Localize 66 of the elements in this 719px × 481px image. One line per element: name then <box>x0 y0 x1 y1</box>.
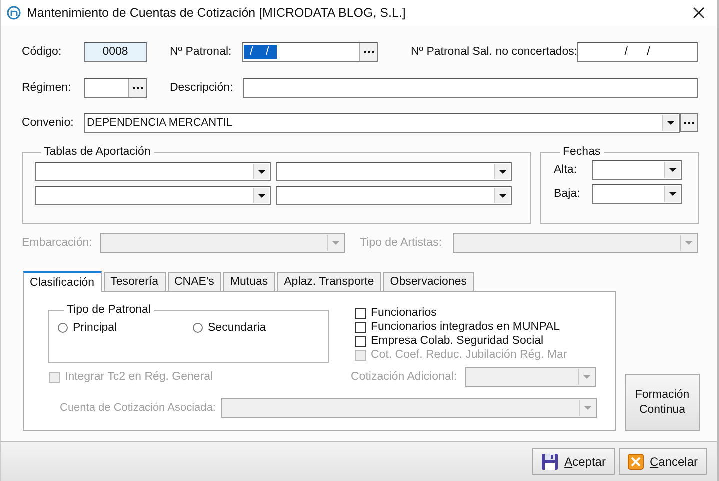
group-title: Tipo de Patronal <box>66 304 152 316</box>
tab[interactable]: Observaciones <box>383 272 474 291</box>
tab[interactable]: CNAE's <box>168 272 222 291</box>
checkbox-option[interactable]: Empresa Colab. Seguridad Social <box>355 334 568 348</box>
dropdown-button[interactable] <box>664 162 680 178</box>
close-icon[interactable] <box>693 7 705 19</box>
dialog-button[interactable]: Cancelar <box>618 448 707 475</box>
field-label: Cuenta de Cotización Asociada: <box>60 402 216 414</box>
caret-icon <box>668 192 676 196</box>
input-field[interactable] <box>84 78 147 98</box>
field-label: Baja: <box>554 188 582 200</box>
input-field[interactable]: / / <box>577 42 698 62</box>
field-label: Alta: <box>554 164 578 176</box>
group-title: Fechas <box>562 146 602 158</box>
formacion-button[interactable]: Formación Continua <box>625 374 700 431</box>
tab[interactable]: Clasificación <box>23 271 102 292</box>
browse-button[interactable] <box>128 79 146 97</box>
dropdown-button[interactable] <box>664 186 680 202</box>
input-field[interactable]: / / <box>242 42 378 62</box>
field-label: Tipo de Artistas: <box>360 237 444 249</box>
caret-icon <box>498 194 506 198</box>
field-label: Nº Patronal: <box>170 46 233 58</box>
dropdown-field[interactable]: DEPENDENCIA MERCANTIL <box>84 112 680 132</box>
cancel-icon <box>628 454 644 470</box>
field-label: Nº Patronal Sal. no concertados: <box>411 46 577 58</box>
caret-icon <box>684 241 692 245</box>
tab[interactable]: Tesorería <box>104 272 166 291</box>
caret-icon <box>666 120 674 124</box>
code-field[interactable]: 0008 <box>84 42 147 62</box>
window-title: Mantenimiento de Cuentas de Cotización [MICRODATA BLOG, S.L.] <box>27 6 407 20</box>
tab[interactable]: Mutuas <box>223 272 276 291</box>
radio-option[interactable]: Principal <box>58 322 193 334</box>
checkbox-option[interactable]: Funcionarios <box>355 306 568 320</box>
browse-button[interactable] <box>680 113 698 132</box>
field-label: Embarcación: <box>22 237 94 249</box>
caret-icon <box>498 170 506 174</box>
dialog-button[interactable]: Aceptar <box>532 448 615 475</box>
browse-button[interactable] <box>359 43 377 61</box>
tab[interactable]: Aplaz. Transporte <box>277 272 382 291</box>
dropdown-button[interactable] <box>253 188 269 203</box>
input-field[interactable] <box>243 78 698 98</box>
caret-icon <box>582 375 590 379</box>
radio-option[interactable]: Secundaria <box>193 322 328 334</box>
dropdown-button[interactable] <box>494 164 510 179</box>
dropdown-field[interactable] <box>276 162 512 181</box>
dropdown-field[interactable] <box>276 186 512 205</box>
field-label: Código: <box>22 46 63 58</box>
field-label: Convenio: <box>22 116 75 128</box>
caret-icon <box>258 194 266 198</box>
dropdown-button[interactable] <box>253 164 269 179</box>
field-label: Cotización Adicional: <box>351 371 458 383</box>
caret-icon <box>668 168 676 172</box>
dropdown-button[interactable] <box>494 188 510 203</box>
app-icon <box>7 6 21 20</box>
dropdown-field[interactable] <box>35 162 271 181</box>
date-field[interactable] <box>592 160 682 180</box>
dropdown-field[interactable] <box>35 186 271 205</box>
field-label: Régimen: <box>22 82 72 94</box>
group-title: Tablas de Aportación <box>43 146 152 158</box>
checkbox-option[interactable]: Funcionarios integrados en MUNPAL <box>355 320 568 334</box>
caret-icon <box>584 406 592 410</box>
caret-icon <box>258 170 266 174</box>
date-field[interactable] <box>592 184 682 204</box>
dropdown-button[interactable] <box>662 114 678 130</box>
field-label: Descripción: <box>170 82 234 94</box>
caret-icon <box>332 241 340 245</box>
